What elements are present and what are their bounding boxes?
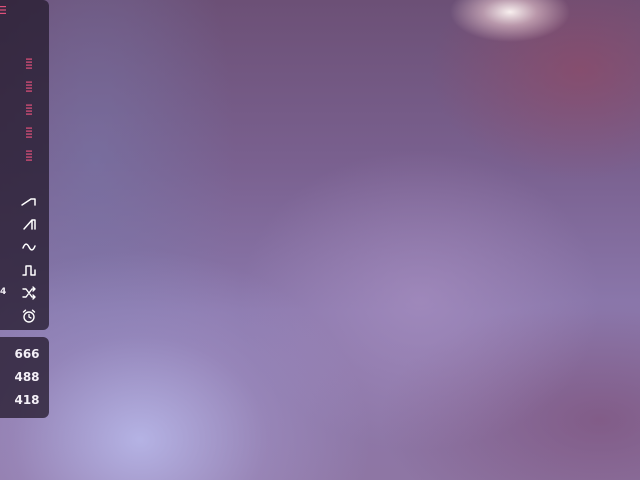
waveform-panel: 4	[0, 0, 49, 330]
random-wave-icon[interactable]	[20, 284, 38, 302]
lines-icon[interactable]	[23, 104, 35, 116]
value-readout: 488	[14, 370, 40, 384]
alarm-clock-icon[interactable]	[20, 307, 38, 325]
step-wave-icon[interactable]	[20, 192, 38, 210]
value-readout: 666	[14, 347, 40, 361]
lines-icon[interactable]	[23, 58, 35, 70]
ramp-wave-icon[interactable]	[20, 215, 38, 233]
lines-icon[interactable]	[23, 81, 35, 93]
square-wave-icon[interactable]	[20, 261, 38, 279]
value-readout: 418	[14, 393, 40, 407]
side-number-label: 4	[0, 287, 7, 297]
hamburger-menu-icon[interactable]	[0, 5, 6, 15]
lines-icon[interactable]	[23, 127, 35, 139]
sine-wave-icon[interactable]	[20, 238, 38, 256]
values-panel: 666 488 418	[0, 337, 49, 418]
lines-icon[interactable]	[23, 150, 35, 162]
